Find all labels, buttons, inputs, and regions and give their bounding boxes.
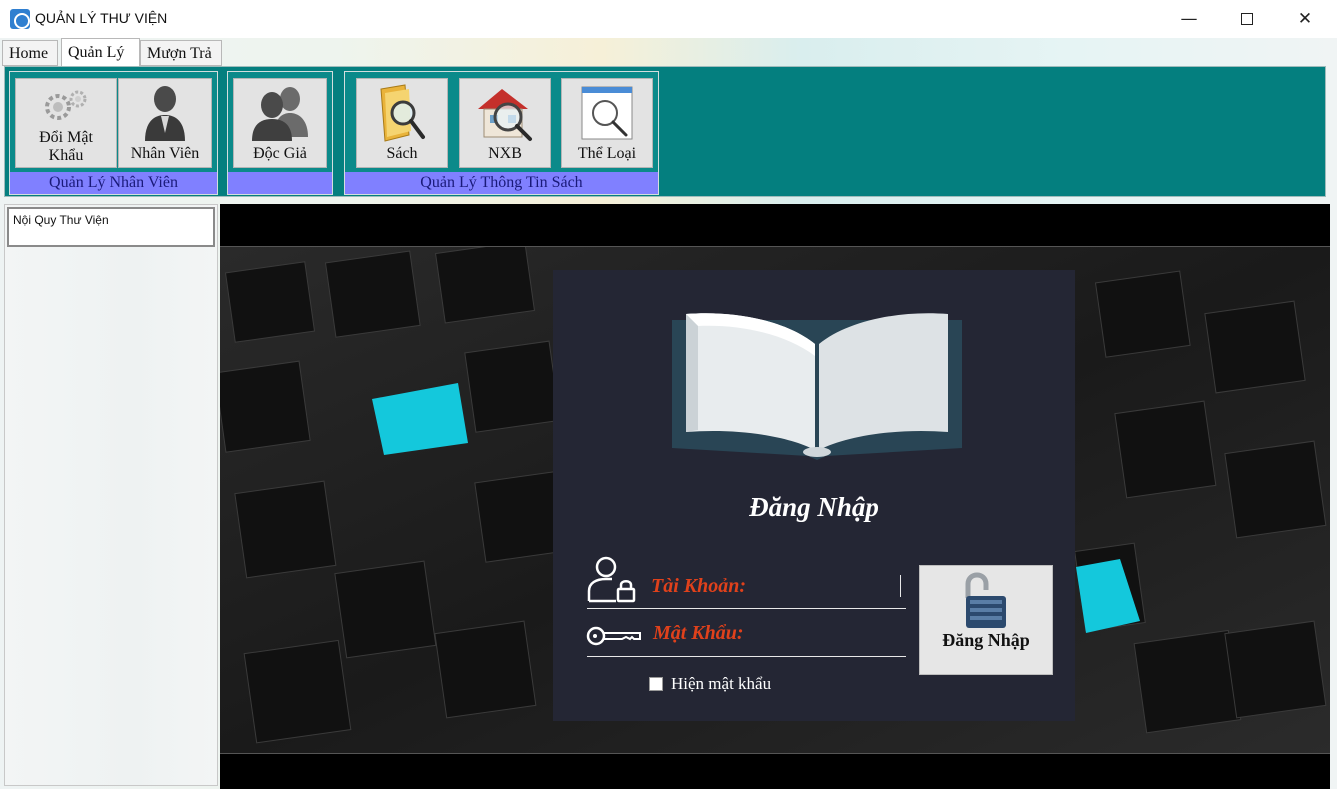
- books-label: Sách: [386, 145, 418, 162]
- user-icon: [145, 86, 185, 141]
- group-quan-ly-nhan-vien: Đổi Mật Khẩu Nhân Viên Quản Lý Nhân Viên: [9, 71, 218, 195]
- publisher-button[interactable]: NXB: [459, 78, 551, 168]
- group-label-doc-gia: [228, 172, 332, 194]
- folder-search-icon: [380, 84, 425, 142]
- window-title: QUẢN LÝ THƯ VIỆN: [35, 10, 168, 26]
- change-password-label-line2: Khẩu: [48, 147, 84, 164]
- text-caret: [900, 575, 901, 597]
- show-password-label: Hiện mật khẩu: [671, 674, 772, 693]
- tab-home[interactable]: Home: [2, 40, 58, 66]
- window-search-icon: [581, 86, 633, 140]
- login-button[interactable]: Đăng Nhập: [919, 565, 1053, 675]
- tab-quan-ly[interactable]: Quản Lý: [61, 38, 140, 67]
- username-label: Tài Khoản:: [651, 575, 747, 597]
- left-panel: Nội Quy Thư Viện: [4, 204, 218, 786]
- books-button[interactable]: Sách: [356, 78, 448, 168]
- maximize-icon: [1241, 13, 1253, 25]
- app-icon: [10, 9, 30, 29]
- minimize-button[interactable]: —: [1160, 0, 1218, 38]
- house-search-icon: [478, 89, 532, 141]
- gears-icon: [45, 90, 87, 120]
- unlock-icon: [965, 572, 1006, 628]
- password-label: Mật Khẩu:: [653, 622, 744, 644]
- category-label: Thể Loại: [577, 145, 637, 162]
- group-quan-ly-thong-tin-sach: Sách NXB Thể Loại Quản Lý Thông Tin Sách: [344, 71, 659, 195]
- group-doc-gia: Độc Giả: [227, 71, 333, 195]
- group-label-quan-ly-nhan-vien: Quản Lý Nhân Viên: [10, 172, 217, 194]
- username-underline: [587, 608, 906, 609]
- minimize-icon: —: [1180, 9, 1198, 29]
- user-lock-icon: [587, 556, 636, 603]
- publisher-label: NXB: [488, 145, 522, 162]
- users-icon: [252, 87, 308, 141]
- book-icon: [672, 313, 962, 460]
- login-card: Đăng Nhập Tài Khoản: Mật Khẩu: Hiện mật …: [553, 270, 1075, 721]
- close-icon: ✕: [1297, 9, 1313, 29]
- username-input[interactable]: [763, 572, 903, 600]
- reader-label: Độc Giả: [253, 145, 307, 162]
- change-password-label-line1: Đổi Mật: [39, 129, 93, 146]
- show-password-checkbox[interactable]: [649, 677, 663, 691]
- key-icon: [586, 626, 641, 646]
- password-underline: [587, 656, 906, 657]
- staff-label: Nhân Viên: [130, 145, 200, 162]
- staff-button[interactable]: Nhân Viên: [118, 78, 212, 168]
- ribbon: Đổi Mật Khẩu Nhân Viên Quản Lý Nhân Viên…: [4, 66, 1326, 197]
- group-label-quan-ly-thong-tin-sach: Quản Lý Thông Tin Sách: [345, 172, 658, 194]
- reader-button[interactable]: Độc Giả: [233, 78, 327, 168]
- tab-muon-tra[interactable]: Mượn Trả: [140, 40, 222, 66]
- list-item-noi-quy[interactable]: Nội Quy Thư Viện: [7, 207, 215, 247]
- login-button-label: Đăng Nhập: [942, 630, 1030, 650]
- change-password-button[interactable]: Đổi Mật Khẩu: [15, 78, 117, 168]
- password-input[interactable]: [763, 620, 903, 648]
- title-bar: QUẢN LÝ THƯ VIỆN — ✕: [0, 0, 1337, 38]
- category-button[interactable]: Thể Loại: [561, 78, 653, 168]
- login-title: Đăng Nhập: [749, 492, 879, 522]
- maximize-button[interactable]: [1218, 0, 1276, 38]
- close-button[interactable]: ✕: [1276, 0, 1334, 38]
